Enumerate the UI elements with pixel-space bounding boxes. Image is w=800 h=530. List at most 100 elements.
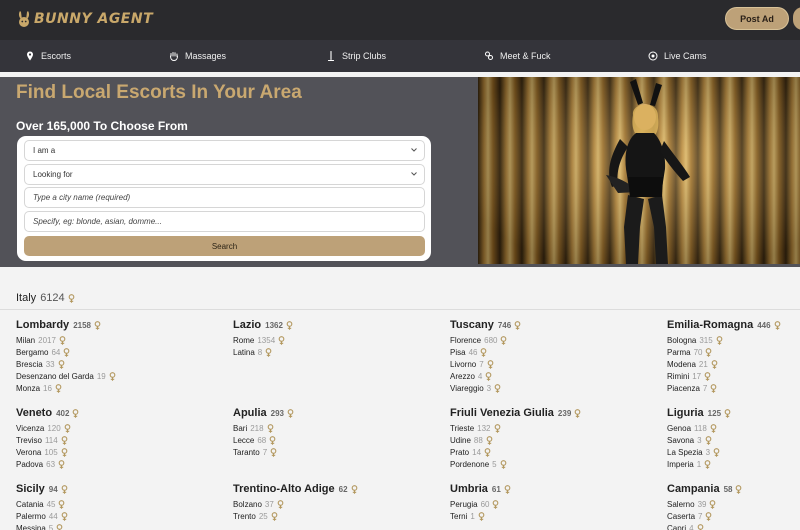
city-name: Viareggio — [450, 384, 484, 394]
city-count: 120 — [47, 423, 61, 433]
city-name: Palermo — [16, 511, 46, 521]
region-title[interactable]: Lombardy 2158 — [16, 318, 226, 332]
region-title[interactable]: Tuscany 746 — [450, 318, 660, 332]
city-link[interactable]: Verona 105 — [16, 446, 226, 458]
post-ad-button[interactable]: Post Ad — [725, 7, 789, 30]
city-link[interactable]: Florence 680 — [450, 334, 660, 346]
female-symbol-icon — [711, 384, 717, 394]
region-title[interactable]: Campania 58 — [667, 482, 800, 496]
iam-select[interactable]: I am a — [24, 140, 425, 161]
bunny-logo-icon — [18, 11, 30, 27]
city-name: Treviso — [16, 435, 42, 445]
region-block: Apulia 293 Bari 218 Lecce 68 Taranto 7 — [233, 406, 443, 459]
nav-item-live-cams[interactable]: Live Cams — [648, 40, 707, 72]
city-link[interactable]: Udine 88 — [450, 434, 660, 446]
city-list: Rome 1354 Latina 8 — [233, 334, 443, 358]
city-count: 46 — [468, 347, 478, 357]
city-input[interactable] — [33, 193, 413, 202]
city-count: 17 — [692, 372, 702, 382]
city-link[interactable]: Prato 14 — [450, 446, 660, 458]
city-count: 118 — [694, 423, 707, 433]
city-link[interactable]: Bergamo 64 — [16, 346, 226, 358]
region-title[interactable]: Emilia-Romagna 446 — [667, 318, 800, 332]
city-link[interactable]: Palermo 44 — [16, 510, 226, 522]
city-link[interactable]: La Spezia 3 — [667, 446, 800, 458]
city-link[interactable]: Bolzano 37 — [233, 498, 443, 510]
region-count: 58 — [723, 484, 733, 494]
specify-input[interactable] — [33, 217, 413, 226]
specify-field[interactable] — [24, 211, 425, 232]
city-link[interactable]: Genoa 118 — [667, 422, 800, 434]
nav-item-meet[interactable]: Meet & Fuck — [484, 40, 551, 72]
city-link[interactable]: Bari 218 — [233, 422, 443, 434]
city-link[interactable]: Arezzo 4 — [450, 371, 660, 383]
city-link[interactable]: Viareggio 3 — [450, 383, 660, 395]
city-link[interactable]: Trento 25 — [233, 510, 443, 522]
female-symbol-icon — [484, 448, 491, 457]
city-count: 19 — [96, 372, 106, 382]
city-count: 21 — [698, 359, 708, 369]
city-link[interactable]: Salerno 39 — [667, 498, 800, 510]
region-title[interactable]: Umbria 61 — [450, 482, 660, 496]
region-title[interactable]: Friuli Venezia Giulia 239 — [450, 406, 660, 420]
country-heading[interactable]: Italy 6124 — [16, 292, 75, 304]
city-link[interactable]: Rimini 17 — [667, 371, 800, 383]
city-name: Lecce — [233, 435, 255, 445]
region-title[interactable]: Sicily 94 — [16, 482, 226, 496]
city-link[interactable]: Livorno 7 — [450, 358, 660, 370]
city-link[interactable]: Lecce 68 — [233, 434, 443, 446]
female-symbol-icon — [481, 347, 487, 357]
city-count: 8 — [257, 347, 263, 357]
city-count: 25 — [258, 511, 268, 521]
hero-subtitle: Over 165,000 To Choose From — [16, 119, 188, 133]
city-link[interactable]: Desenzano del Garda 19 — [16, 371, 226, 383]
region-title[interactable]: Trentino-Alto Adige 62 — [233, 482, 443, 496]
city-link[interactable]: Pordenone 5 — [450, 459, 660, 471]
region-title[interactable]: Liguria 125 — [667, 406, 800, 420]
city-link[interactable]: Latina 8 — [233, 346, 443, 358]
site-logo[interactable]: BUNNY AGENT — [16, 10, 153, 28]
female-symbol-icon — [736, 484, 742, 494]
city-link[interactable]: Parma 70 — [667, 346, 800, 358]
city-link[interactable]: Trieste 132 — [450, 422, 660, 434]
city-link[interactable]: Terni 1 — [450, 510, 660, 522]
city-link[interactable]: Monza 16 — [16, 383, 226, 395]
nav-item-massages[interactable]: Massages — [169, 40, 226, 72]
city-link[interactable]: Catania 45 — [16, 498, 226, 510]
city-link[interactable]: Caserta 7 — [667, 510, 800, 522]
city-link[interactable]: Savona 3 — [667, 434, 800, 446]
region-count: 402 — [56, 408, 70, 418]
city-link[interactable]: Piacenza 7 — [667, 383, 800, 395]
city-link[interactable]: Taranto 7 — [233, 446, 443, 458]
city-link[interactable]: Pisa 46 — [450, 346, 660, 358]
city-link[interactable]: Milan 2017 — [16, 334, 226, 346]
city-count: 63 — [46, 460, 56, 470]
city-link[interactable]: Bologna 315 — [667, 334, 800, 346]
city-link[interactable]: Vicenza 120 — [16, 422, 226, 434]
city-name: Brescia — [16, 359, 43, 369]
region-block: Sicily 94 Catania 45 Palermo 44 Messina 5 — [16, 482, 226, 530]
city-link[interactable]: Imperia 1 — [667, 459, 800, 471]
region-block: Tuscany 746 Florence 680 Pisa 46 Livorno 7 Arezz… — [450, 318, 660, 395]
city-field[interactable] — [24, 187, 425, 208]
camera-icon — [648, 51, 658, 61]
city-link[interactable]: Messina 5 — [16, 522, 226, 530]
city-link[interactable]: Capri 4 — [667, 522, 800, 530]
logo-text: BUNNY AGENT — [34, 11, 154, 27]
nav-item-escorts[interactable]: Escorts — [25, 40, 71, 72]
city-link[interactable]: Treviso 114 — [16, 434, 226, 446]
city-count: 7 — [479, 359, 484, 369]
looking-for-select[interactable]: Looking for — [24, 164, 425, 185]
city-link[interactable]: Modena 21 — [667, 358, 800, 370]
region-title[interactable]: Veneto 402 — [16, 406, 226, 420]
city-link[interactable]: Perugia 60 — [450, 498, 660, 510]
city-count: 4 — [689, 523, 694, 530]
search-button[interactable]: Search — [24, 236, 425, 256]
city-link[interactable]: Brescia 33 — [16, 358, 226, 370]
account-button[interactable] — [793, 7, 800, 30]
city-link[interactable]: Padova 63 — [16, 459, 226, 471]
region-title[interactable]: Lazio 1362 — [233, 318, 443, 332]
city-link[interactable]: Rome 1354 — [233, 334, 443, 346]
region-title[interactable]: Apulia 293 — [233, 406, 443, 420]
nav-item-strip-clubs[interactable]: Strip Clubs — [326, 40, 386, 72]
